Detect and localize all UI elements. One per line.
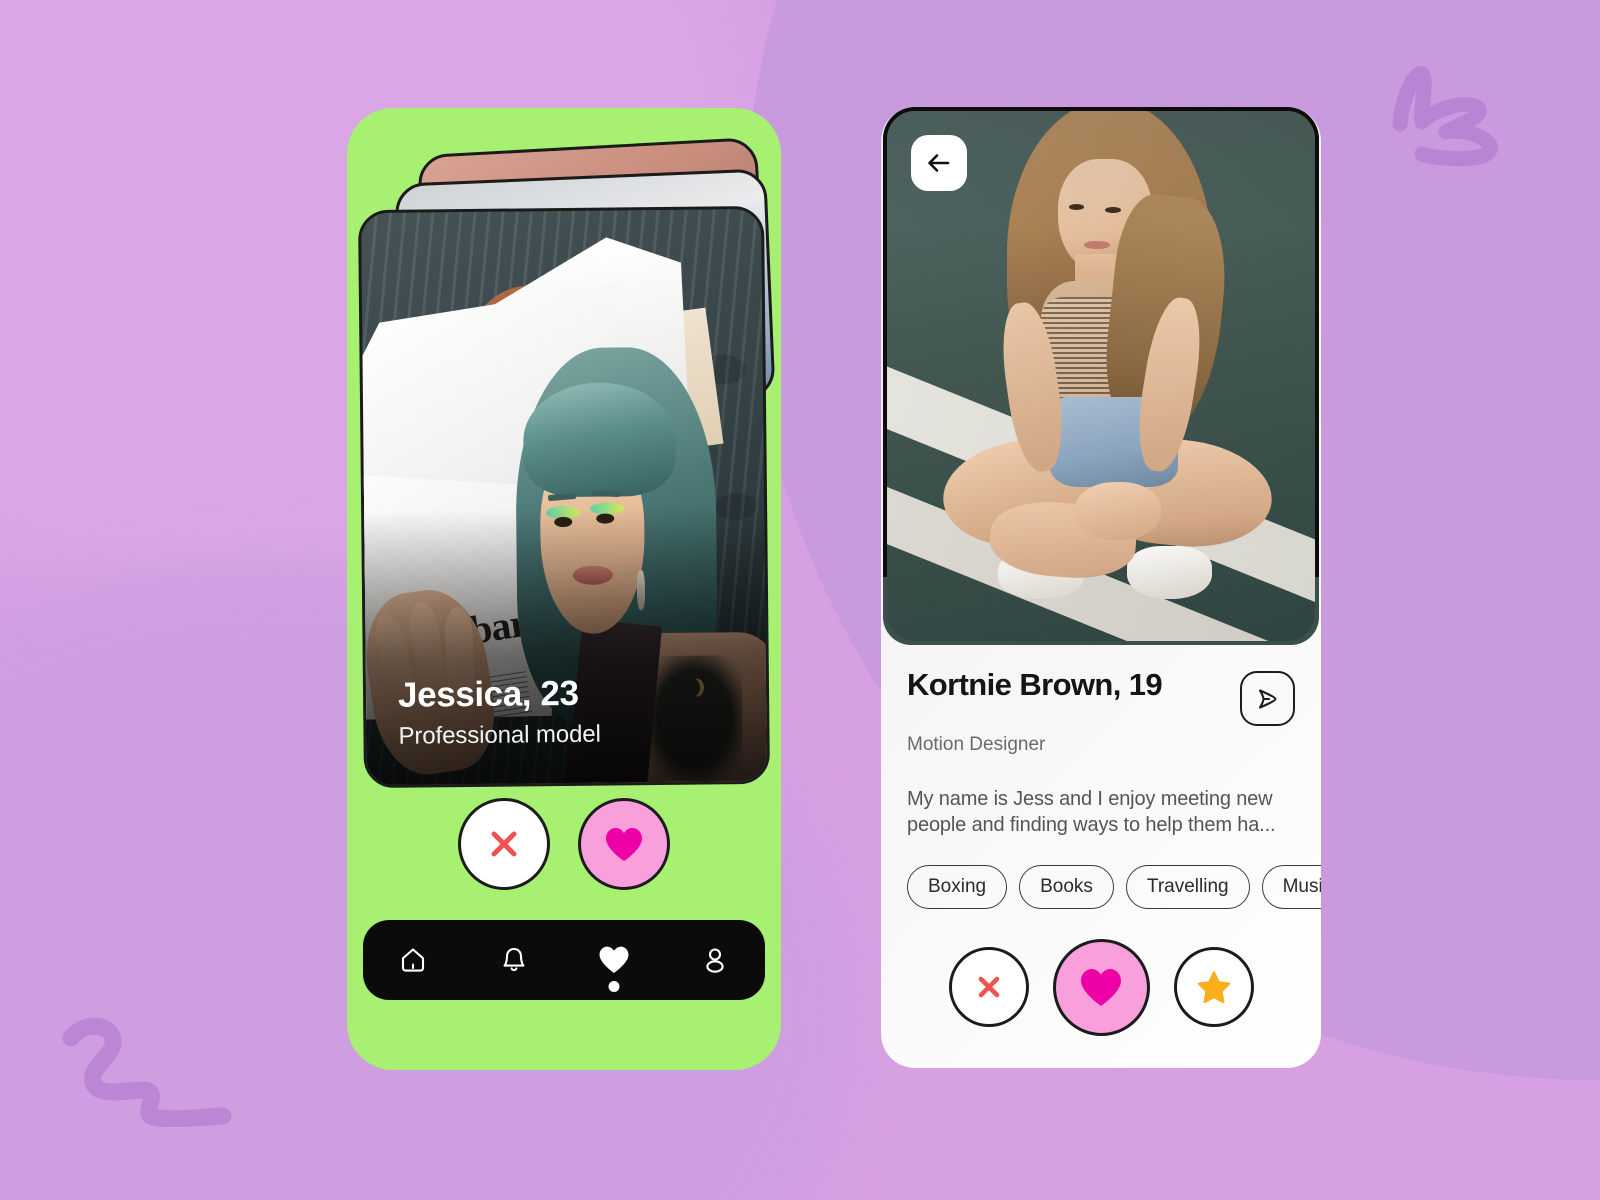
close-icon <box>491 831 517 857</box>
profile-card-jessica[interactable]: bares <box>357 205 771 789</box>
interest-tag[interactable]: Books <box>1019 864 1114 909</box>
card-caption: Jessica, 23 Professional model <box>397 673 601 751</box>
interest-tag[interactable]: Boxing <box>907 864 1008 909</box>
interest-tag-list: Boxing Books Travelling Music Ar <box>881 839 1321 909</box>
nope-button[interactable] <box>948 947 1029 1028</box>
home-icon <box>402 948 425 972</box>
discover-action-row <box>347 798 781 890</box>
like-button[interactable] <box>1052 938 1150 1036</box>
nav-item-home[interactable] <box>383 930 443 990</box>
profile-action-row <box>881 909 1321 1036</box>
profile-bio: My name is Jess and I enjoy meeting new … <box>907 788 1276 837</box>
back-button[interactable] <box>911 135 967 191</box>
interest-tag[interactable]: Travelling <box>1125 864 1250 909</box>
arrow-left-icon <box>928 154 950 172</box>
bottom-navigation-bar[interactable] <box>363 920 765 1000</box>
profile-detail-phone: Kortnie Brown, 19 Motion Designer My nam… <box>881 107 1321 1068</box>
superlike-button[interactable] <box>1173 947 1254 1028</box>
heart-icon <box>1081 968 1121 1006</box>
nav-item-notifications[interactable] <box>484 930 544 990</box>
heart-icon <box>606 827 642 861</box>
like-button[interactable] <box>578 798 670 890</box>
profile-details: Kortnie Brown, 19 Motion Designer My nam… <box>881 645 1321 1036</box>
zigzag-doodle-bottom-left <box>62 1017 232 1127</box>
star-icon <box>1197 971 1230 1003</box>
discover-screen-phone: bares <box>347 108 781 1070</box>
nav-active-indicator <box>608 981 620 992</box>
bell-icon <box>503 947 525 972</box>
send-message-button[interactable] <box>1240 671 1295 726</box>
interest-tag[interactable]: Music <box>1261 864 1321 909</box>
profile-name: Kortnie Brown, 19 <box>907 667 1163 702</box>
card-role: Professional model <box>398 720 601 750</box>
squiggle-doodle-top-right <box>1392 66 1498 167</box>
card-name: Jessica, 23 <box>397 673 579 715</box>
nope-button[interactable] <box>458 798 550 890</box>
heart-icon <box>599 946 629 973</box>
profile-role: Motion Designer <box>907 734 1046 755</box>
swipe-card-stack[interactable]: bares <box>357 130 776 790</box>
nav-item-matches[interactable] <box>584 930 644 992</box>
close-icon <box>978 976 999 998</box>
person-icon <box>706 948 724 973</box>
send-icon <box>1258 688 1277 709</box>
nav-item-profile[interactable] <box>685 930 745 990</box>
profile-header-row: Kortnie Brown, 19 <box>881 645 1321 726</box>
